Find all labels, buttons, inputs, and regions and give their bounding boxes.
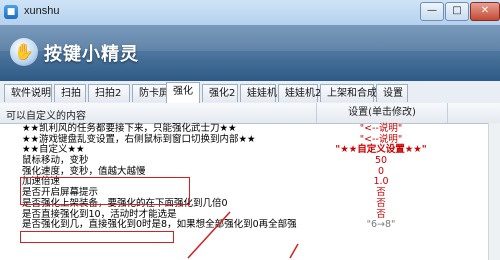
window-title: xunshu xyxy=(24,5,60,17)
tab-scan2[interactable]: 扫拍2 xyxy=(88,84,130,102)
table-row[interactable]: 是否强化到几，直接强化到0时是8，如果想全部强化到0再全部强 "6→8" xyxy=(0,219,500,231)
app-window: ■ xunshu — □ ✕ ✋ 按键小精灵 软件说明 扫拍 扫拍2 防卡屏 强… xyxy=(0,0,500,260)
settings-panel: 可以自定义的内容 设置(单击修改) ★★凯利风的任务都要接下来，只能强化武士刀★… xyxy=(0,103,500,260)
row-value[interactable]: "6→8" xyxy=(316,219,446,231)
header-setting[interactable]: 设置(单击修改) xyxy=(316,103,448,123)
table-row[interactable]: 强化速度，变秒，值越大越慢 0 xyxy=(0,166,500,178)
vertical-scrollbar[interactable] xyxy=(488,123,500,260)
tab-settings[interactable]: 设置 xyxy=(376,84,408,102)
tab-scan[interactable]: 扫拍 xyxy=(54,84,86,102)
tab-enhance[interactable]: 强化 xyxy=(166,82,200,103)
header-content: 可以自定义的内容 xyxy=(6,111,86,122)
maximize-button[interactable]: □ xyxy=(445,2,469,21)
row-label: 是否强化上架装备，要强化的在下面强化到几倍0 xyxy=(22,197,228,209)
row-value[interactable]: 否 xyxy=(316,198,446,210)
table-header: 可以自定义的内容 设置(单击修改) xyxy=(0,103,500,124)
brand-title: 按键小精灵 xyxy=(44,44,139,65)
minimize-button[interactable]: — xyxy=(420,2,444,21)
title-bar[interactable]: ■ xunshu — □ ✕ xyxy=(0,0,500,25)
brand-logo-icon: ✋ xyxy=(10,38,38,66)
tab-software-info[interactable]: 软件说明 xyxy=(4,84,52,102)
tab-enhance2[interactable]: 强化2 xyxy=(202,84,238,102)
tab-listing-synthesis[interactable]: 上架和合成 xyxy=(320,84,377,102)
row-label: 是否强化到几，直接强化到0时是8，如果想全部强化到0再全部强 xyxy=(22,219,297,231)
settings-list: ★★凯利风的任务都要接下来，只能强化武士刀★★ "<--说明" ★★游戏键盘乱变… xyxy=(0,123,500,231)
brand-banner: ✋ 按键小精灵 xyxy=(0,25,500,81)
close-button[interactable]: ✕ xyxy=(470,2,500,21)
tab-strip: 软件说明 扫拍 扫拍2 防卡屏 强化 强化2 娃娃机 娃娃机2 上架和合成 设置 xyxy=(0,81,500,104)
app-icon: ■ xyxy=(4,5,18,19)
tab-claw-machine[interactable]: 娃娃机 xyxy=(240,84,277,102)
tab-claw-machine2[interactable]: 娃娃机2 xyxy=(278,84,321,102)
table-row[interactable]: 是否强化上架装备，要强化的在下面强化到几倍0 否 xyxy=(0,197,500,210)
